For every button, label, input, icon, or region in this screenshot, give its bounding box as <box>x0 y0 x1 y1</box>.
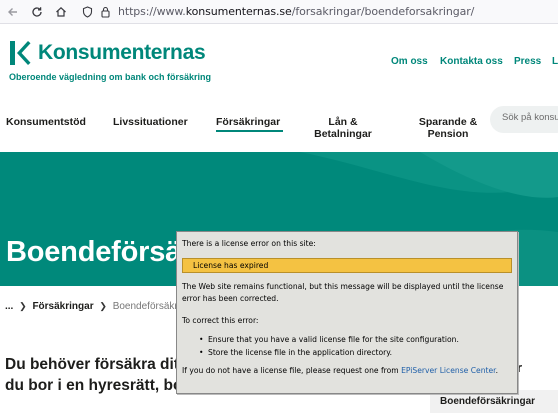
active-menu-indicator <box>216 130 283 132</box>
chevron-right-icon: ❯ <box>99 301 107 311</box>
chevron-right-icon: ❯ <box>19 301 27 311</box>
home-icon <box>56 6 66 17</box>
arrow-left-icon <box>8 8 17 16</box>
license-error-notice: There is a license error on this site: L… <box>176 231 518 394</box>
back-button[interactable] <box>4 3 22 21</box>
license-heading: There is a license error on this site: <box>182 239 316 248</box>
top-link-truncated[interactable]: L <box>552 56 558 67</box>
license-footer-suffix: . <box>495 366 499 375</box>
logo-text[interactable]: Konsumenternas <box>38 41 206 65</box>
license-footer-text: If you do not have a license file, pleas… <box>182 366 402 375</box>
top-link-about[interactable]: Om oss <box>391 56 428 67</box>
license-step: Store the license file in the applicatio… <box>199 346 511 359</box>
top-link-contact[interactable]: Kontakta oss <box>440 56 503 67</box>
license-step: Ensure that you have a valid license fil… <box>199 333 511 346</box>
site-info-button[interactable] <box>96 3 114 21</box>
search-input[interactable]: Sök på konsume <box>490 106 558 133</box>
home-button[interactable] <box>52 3 70 21</box>
license-message: The Web site remains functional, but thi… <box>182 282 504 303</box>
license-to-correct: To correct this error: <box>182 316 259 325</box>
breadcrumb-forsakringar[interactable]: Försäkringar <box>32 301 93 312</box>
license-footer: If you do not have a license file, pleas… <box>182 365 511 377</box>
tracking-protection-button[interactable] <box>78 3 96 21</box>
lock-icon <box>100 6 110 18</box>
intro-line-2: du bor i en hyresrätt, bos <box>5 377 192 394</box>
konsumenternas-logo-icon[interactable] <box>9 40 31 66</box>
reload-icon <box>32 7 42 17</box>
menu-item-konsumentstod[interactable]: Konsumentstöd <box>6 116 86 128</box>
license-expired-badge: License has expired <box>182 258 512 273</box>
breadcrumb-current: Boendeförsäkrin <box>112 301 186 312</box>
license-center-link[interactable]: EPiServer License Center <box>401 366 496 375</box>
url-path: /forsakringar/boendeforsakringar/ <box>291 5 475 18</box>
hero-title: Boendeförsäk <box>6 236 197 268</box>
url-prefix: https://www. <box>118 5 186 18</box>
breadcrumb-home[interactable]: ... <box>5 301 13 312</box>
reload-button[interactable] <box>28 3 46 21</box>
menu-item-sparande-pension[interactable]: Sparande & Pension <box>403 116 493 140</box>
menu-item-forsakringar[interactable]: Försäkringar <box>216 116 280 128</box>
tagline: Oberoende vägledning om bank och försäkr… <box>9 72 212 82</box>
menu-item-livssituationer[interactable]: Livssituationer <box>113 116 188 128</box>
intro-text: Du behöver försäkra ditt du bor i en hyr… <box>5 354 205 396</box>
top-link-press[interactable]: Press <box>514 56 541 67</box>
shield-icon <box>82 6 92 18</box>
license-steps: Ensure that you have a valid license fil… <box>199 333 511 359</box>
menu-item-lan-betalningar[interactable]: Lån & Betalningar <box>298 116 388 140</box>
breadcrumb: ... ❯ Försäkringar ❯ Boendeförsäkrin <box>5 301 186 312</box>
address-bar[interactable]: https://www.konsumenternas.se/forsakring… <box>118 5 474 18</box>
intro-line-1: Du behöver försäkra ditt <box>5 356 185 373</box>
browser-toolbar: https://www.konsumenternas.se/forsakring… <box>0 0 558 24</box>
url-host: konsumenternas.se <box>185 5 292 18</box>
